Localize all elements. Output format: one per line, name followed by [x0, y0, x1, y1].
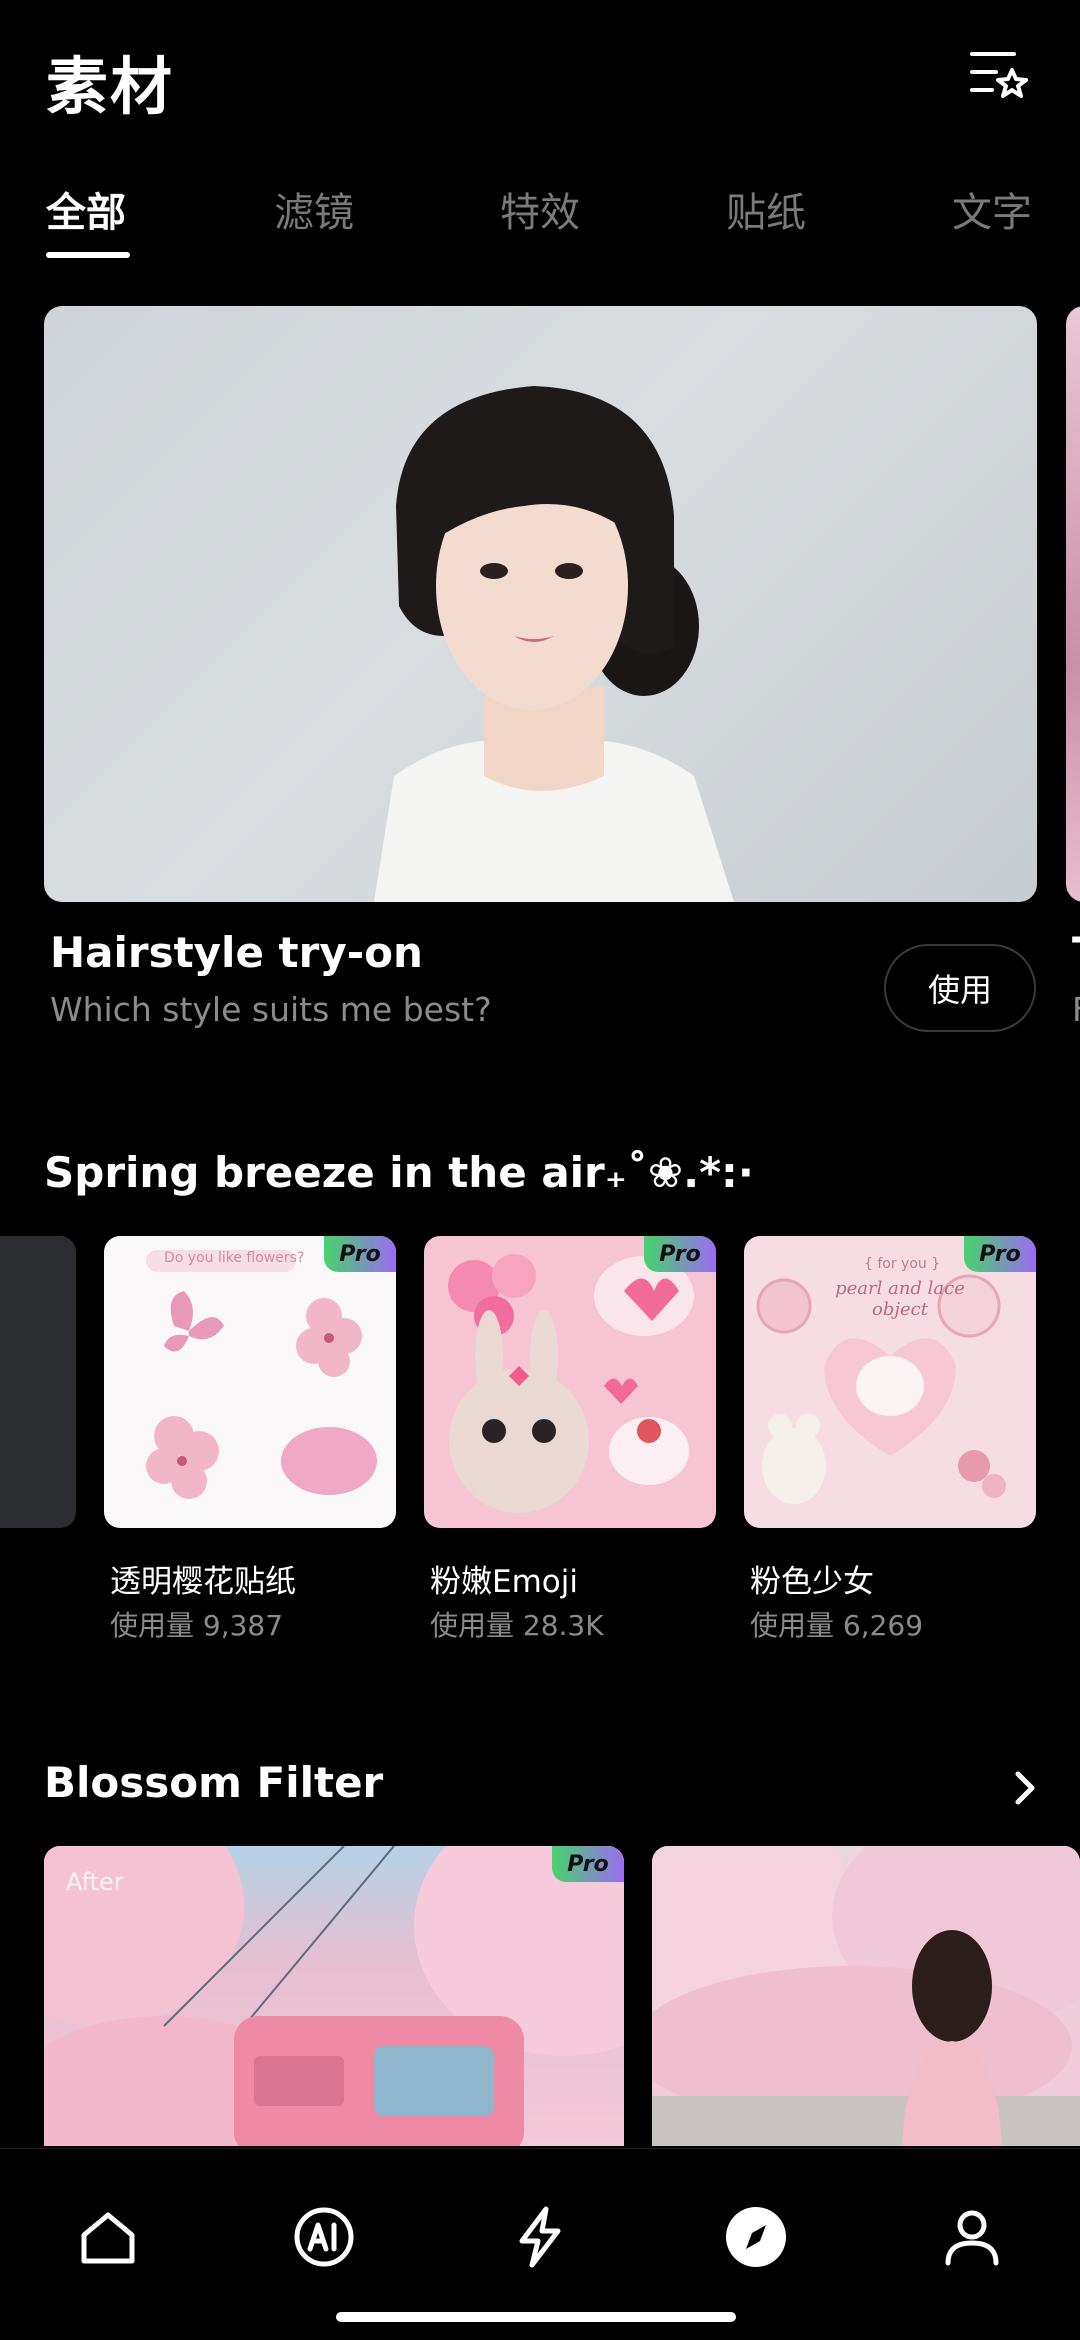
next-hero-preview[interactable]	[1066, 306, 1080, 902]
ai-icon	[294, 2207, 354, 2267]
see-more-button[interactable]	[1010, 1770, 1040, 1810]
sticker-caption: pearl and lace object	[835, 1278, 965, 1320]
home-icon	[81, 2212, 135, 2264]
sticker-name: 粉嫩Emoji	[430, 1564, 578, 1600]
after-label: After	[66, 1868, 124, 1896]
sticker-header-text: { for you }	[864, 1256, 941, 1272]
cherry-blossom-sticker-preview	[146, 1250, 377, 1499]
pro-badge: Pro	[552, 1846, 624, 1882]
tab-filters[interactable]: 滤镜	[274, 180, 354, 238]
header: 素材	[0, 0, 1080, 150]
nav-home[interactable]	[72, 2201, 144, 2273]
chevron-right-icon	[1015, 1771, 1035, 1805]
favorites-button[interactable]	[964, 44, 1034, 104]
tab-text[interactable]: 文字	[952, 180, 1032, 238]
sticker-header-text: Do you like flowers?	[164, 1250, 305, 1266]
sticker-card[interactable]: Do you like flowers? Pro	[104, 1236, 396, 1528]
profile-icon	[945, 2210, 999, 2266]
next-hero-subtitle: F	[1072, 990, 1080, 1029]
category-tabs: 全部 滤镜 特效 贴纸 文字	[0, 170, 1080, 266]
pro-badge: Pro	[644, 1236, 716, 1272]
nav-ai[interactable]	[288, 2201, 360, 2273]
tab-indicator	[46, 252, 130, 258]
tab-effects[interactable]: 特效	[500, 180, 580, 238]
tab-all[interactable]: 全部	[46, 180, 126, 238]
compass-icon	[726, 2207, 786, 2267]
nav-profile[interactable]	[936, 2201, 1008, 2273]
sticker-card[interactable]: Pro	[424, 1236, 716, 1528]
hero-subtitle: Which style suits me best?	[50, 990, 492, 1029]
hero-title: Hairstyle try-on	[50, 928, 423, 977]
pro-badge: Pro	[324, 1236, 396, 1272]
filter-card[interactable]: After Pro	[44, 1846, 624, 2146]
portrait-illustration	[374, 386, 734, 902]
previous-sticker-card[interactable]	[0, 1236, 76, 1528]
list-star-icon	[970, 52, 1028, 98]
pink-emoji-sticker-preview	[448, 1254, 694, 1513]
home-indicator	[336, 2312, 736, 2322]
pro-badge: Pro	[964, 1236, 1036, 1272]
sticker-usage: 使用量 6,269	[750, 1609, 924, 1642]
sticker-name: 粉色少女	[750, 1564, 874, 1600]
filter-card[interactable]	[652, 1846, 1080, 2146]
sticker-name: 透明樱花贴纸	[110, 1564, 296, 1600]
sticker-usage: 使用量 28.3K	[430, 1609, 604, 1642]
sticker-card[interactable]: { for you } pearl and lace object Pro	[744, 1236, 1036, 1528]
section-title-spring: Spring breeze in the air₊˚❀.*:·	[44, 1148, 754, 1197]
cherry-girl-preview	[652, 1846, 1080, 2146]
hero-image[interactable]	[44, 306, 1037, 902]
cherry-train-preview	[44, 1846, 624, 2146]
use-button[interactable]: 使用	[884, 944, 1036, 1032]
nav-effects[interactable]	[504, 2201, 576, 2273]
next-hero-title: T	[1072, 928, 1080, 977]
lightning-icon	[519, 2206, 561, 2268]
tab-stickers[interactable]: 贴纸	[726, 180, 806, 238]
section-title-blossom: Blossom Filter	[44, 1758, 384, 1807]
sticker-usage: 使用量 9,387	[110, 1609, 284, 1642]
nav-discover[interactable]	[720, 2201, 792, 2273]
page-title: 素材	[46, 50, 175, 123]
